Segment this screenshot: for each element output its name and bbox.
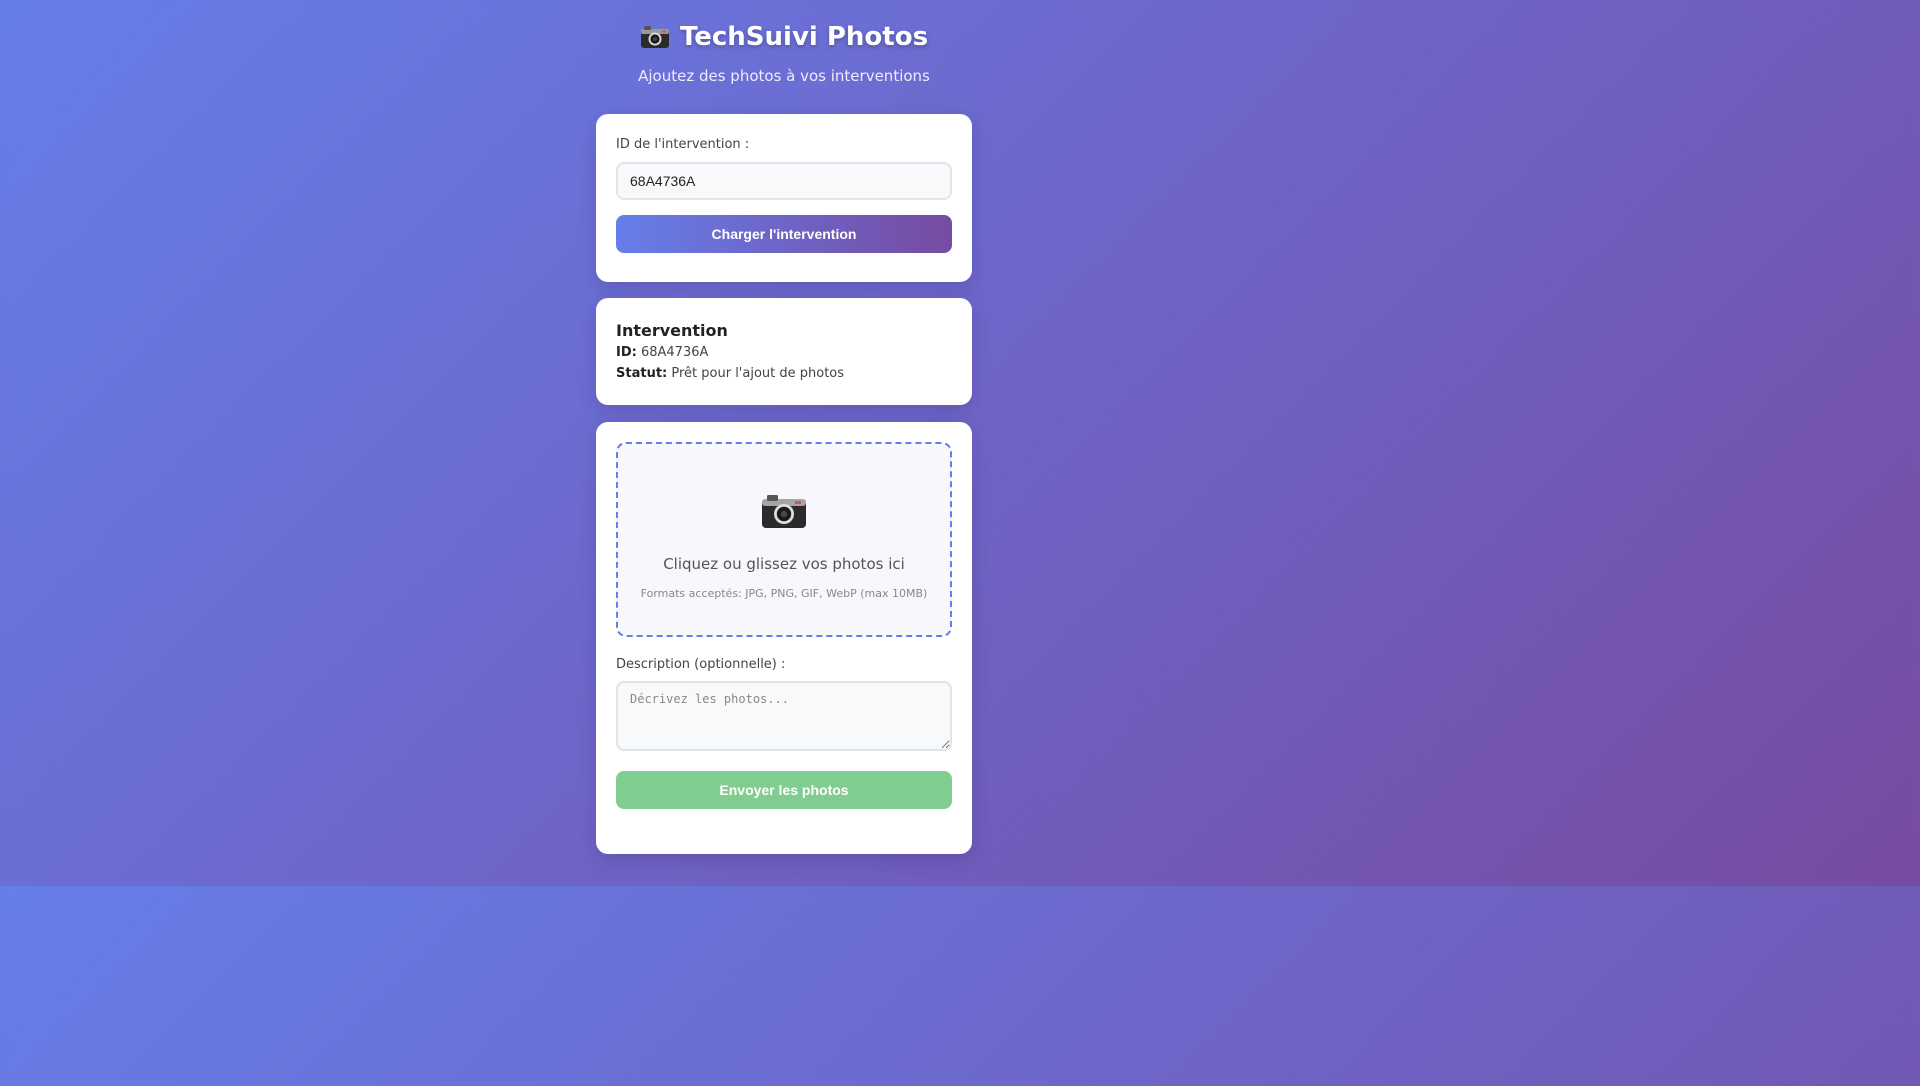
send-photos-button[interactable]: Envoyer les photos — [616, 771, 952, 809]
intervention-status-value: Prêt pour l'ajout de photos — [671, 366, 845, 381]
intervention-status-row: Statut: Prêt pour l'ajout de photos — [616, 366, 844, 381]
photo-dropzone[interactable]: Cliquez ou glissez vos photos ici Format… — [616, 442, 952, 637]
intervention-id-label: ID de l'intervention : — [616, 137, 750, 152]
intervention-title: Intervention — [616, 321, 728, 340]
load-intervention-button[interactable]: Charger l'intervention — [616, 215, 952, 253]
page-header: TechSuivi Photos Ajoutez des photos à vo… — [0, 22, 1568, 85]
camera-icon — [762, 495, 806, 528]
page-title: TechSuivi Photos — [640, 22, 928, 52]
intervention-id-value: 68A4736A — [640, 345, 709, 360]
upload-card: Cliquez ou glissez vos photos ici Format… — [596, 422, 972, 854]
intervention-status-label: Statut: — [616, 366, 668, 381]
description-textarea[interactable] — [616, 681, 952, 751]
camera-icon — [640, 26, 669, 48]
dropzone-formats: Formats acceptés: JPG, PNG, GIF, WebP (m… — [640, 587, 928, 600]
description-label: Description (optionnelle) : — [616, 657, 786, 672]
page-subtitle: Ajoutez des photos à vos interventions — [638, 67, 930, 85]
load-intervention-card: ID de l'intervention : Charger l'interve… — [596, 114, 972, 282]
dropzone-instruction: Cliquez ou glissez vos photos ici — [663, 555, 905, 573]
intervention-id-row: ID: 68A4736A — [616, 345, 708, 360]
app-title-text: TechSuivi Photos — [679, 22, 929, 52]
intervention-info-card: Intervention ID: 68A4736A Statut: Prêt p… — [596, 298, 972, 405]
intervention-id-input[interactable] — [616, 162, 952, 200]
intervention-id-label: ID: — [616, 345, 637, 360]
